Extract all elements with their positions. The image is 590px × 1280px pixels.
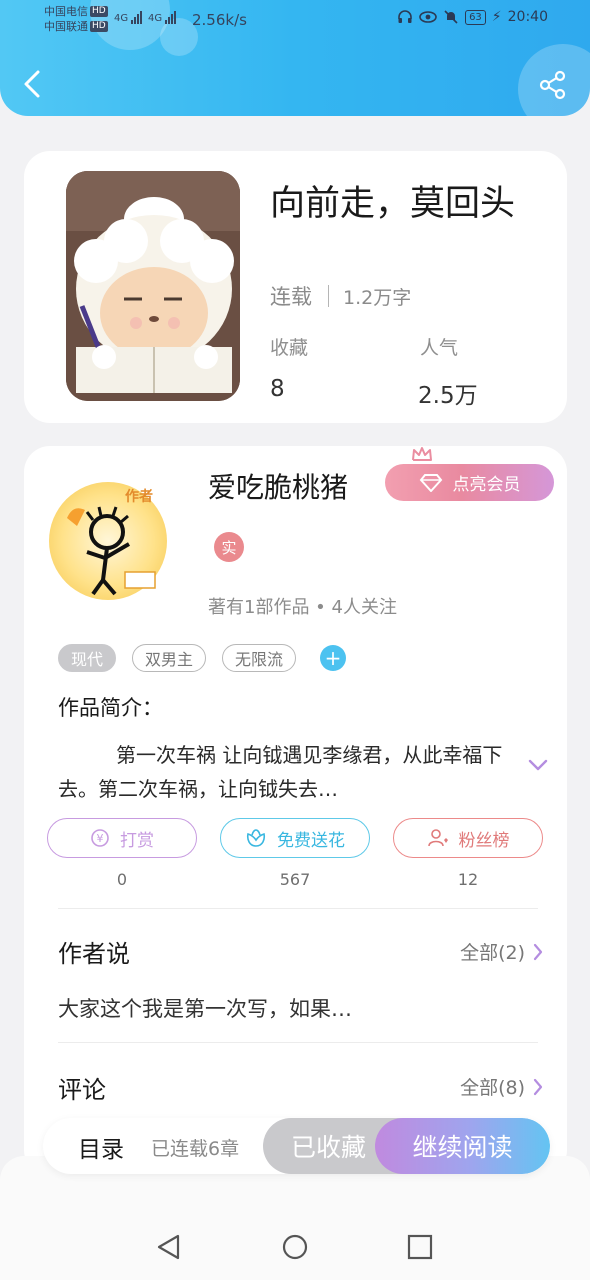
back-arrow-icon[interactable] — [18, 66, 48, 102]
verified-badge: 实 — [214, 532, 244, 562]
network-type: 4G — [148, 13, 163, 24]
send-flower-label: 免费送花 — [277, 830, 345, 851]
author-says-count: 全部(2) — [460, 942, 525, 964]
yen-coin-icon: ¥ — [91, 829, 109, 847]
crown-icon — [412, 447, 432, 461]
chevron-down-icon[interactable] — [528, 758, 548, 772]
divider — [58, 908, 538, 909]
author-avatar[interactable]: 作者 — [49, 482, 167, 600]
network-type: 4G — [114, 13, 129, 24]
favorites-count: 8 — [270, 376, 285, 402]
popularity-count: 2.5万 — [418, 383, 478, 409]
cover-illustration — [66, 171, 240, 401]
add-tag-button[interactable]: + — [320, 645, 347, 671]
hd-badge: HD — [90, 21, 108, 32]
hd-badge: HD — [90, 6, 108, 17]
divider — [328, 285, 329, 307]
network-speed: 2.56k/s — [192, 11, 247, 29]
intro-label: 作品简介： — [58, 696, 163, 720]
svg-text:¥: ¥ — [97, 832, 104, 845]
signal-bars-icon — [131, 10, 143, 24]
chevron-right-icon — [533, 943, 543, 960]
nav-recent-apps-icon[interactable] — [405, 1232, 435, 1262]
tag-item[interactable]: 无限流 — [222, 644, 297, 672]
status-bar: 中国电信 HD 中国联通 HD 4G 4G 2.56k/s 63 ⚡ 20:40 — [0, 0, 590, 40]
eye-icon — [419, 11, 437, 23]
send-flower-button[interactable]: 免费送花 — [220, 818, 370, 858]
intro-text: 第一次车祸 让向钺遇见李缘君，从此幸福下去。第二次车祸，让向钺失去… — [58, 743, 503, 801]
author-badge: 作者 — [125, 489, 153, 505]
vip-label: 点亮会员 — [452, 475, 521, 495]
carrier-info: 中国电信 HD 中国联通 HD — [44, 4, 108, 34]
vip-membership-button[interactable]: 点亮会员 — [385, 464, 554, 501]
fan-count: 12 — [457, 870, 479, 889]
signal-bars-icon — [165, 10, 177, 24]
chevron-right-icon — [533, 1078, 543, 1095]
divider — [58, 1042, 538, 1043]
nav-home-icon[interactable] — [280, 1232, 310, 1262]
tag-item[interactable]: 双男主 — [132, 644, 207, 672]
serial-status: 连载 — [270, 285, 312, 309]
book-status-line: 连载 1.2万字 — [270, 281, 411, 311]
tip-button[interactable]: ¥ 打赏 — [47, 818, 197, 858]
carrier-2: 中国联通 — [44, 20, 88, 33]
flower-count: 567 — [279, 870, 311, 889]
tip-label: 打赏 — [120, 830, 154, 851]
signal-1: 4G — [114, 10, 143, 24]
author-says-title: 作者说 — [58, 940, 130, 968]
author-says-text[interactable]: 大家这个我是第一次写，如果… — [58, 993, 352, 1023]
status-icons: 63 ⚡ 20:40 — [397, 9, 548, 25]
system-navigation-bar — [0, 1156, 590, 1280]
favorites-label: 收藏 — [270, 337, 309, 359]
top-header: 中国电信 HD 中国联通 HD 4G 4G 2.56k/s 63 ⚡ 20:40 — [0, 0, 590, 116]
nav-back-icon[interactable] — [154, 1232, 184, 1262]
fan-ranking-label: 粉丝榜 — [458, 830, 510, 851]
flower-icon — [246, 829, 266, 847]
bottom-action-bar: 目录 已连载6章 已收藏 继续阅读 — [43, 1118, 550, 1174]
battery-indicator: 63 — [465, 9, 486, 25]
tip-count: 0 — [116, 870, 128, 889]
author-detail-card: 作者 爱吃脆桃猪 点亮会员 实 著有1部作品 • 4人关注 现代 双男主 无限流… — [24, 446, 567, 1176]
clock: 20:40 — [507, 9, 548, 25]
table-of-contents-button[interactable]: 目录 — [78, 1130, 124, 1164]
carrier-1: 中国电信 — [44, 5, 88, 18]
genre-tags: 现代 双男主 无限流 + — [58, 644, 347, 672]
popularity-label: 人气 — [420, 337, 459, 359]
book-cover-image[interactable] — [66, 171, 240, 401]
diamond-icon — [419, 473, 442, 492]
continue-reading-button[interactable]: 继续阅读 — [375, 1118, 550, 1174]
comments-more-link[interactable]: 全部(8) — [460, 1073, 543, 1100]
signal-2: 4G — [148, 10, 177, 24]
headphones-icon — [398, 10, 412, 23]
chapters-serialized-text[interactable]: 已连载6章 — [151, 1134, 239, 1161]
fan-ranking-button[interactable]: 粉丝榜 — [393, 818, 543, 858]
mute-bell-icon — [444, 10, 458, 24]
charging-icon: ⚡ — [491, 9, 502, 25]
tag-item[interactable]: 现代 — [58, 644, 117, 672]
comments-title: 评论 — [58, 1076, 106, 1104]
fan-user-icon — [427, 829, 448, 847]
comments-count: 全部(8) — [460, 1077, 525, 1099]
author-works-info: 著有1部作品 • 4人关注 — [208, 597, 397, 618]
word-count: 1.2万字 — [343, 286, 412, 309]
author-says-more-link[interactable]: 全部(2) — [460, 938, 543, 965]
author-name[interactable]: 爱吃脆桃猪 — [208, 466, 348, 506]
book-info-card: 向前走，莫回头 连载 1.2万字 收藏 人气 8 2.5万 — [24, 151, 567, 423]
book-title: 向前走，莫回头 — [270, 184, 516, 224]
share-icon[interactable] — [538, 70, 568, 100]
